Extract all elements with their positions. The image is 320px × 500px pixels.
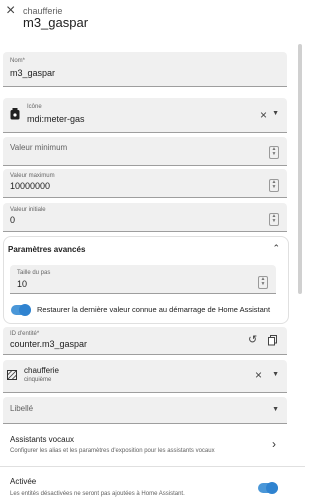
- area-field[interactable]: chaufferie cinquième × ▼: [3, 360, 287, 393]
- initial-value-input: 0: [10, 215, 16, 225]
- restore-toggle[interactable]: [11, 304, 31, 316]
- area-name: chaufferie: [24, 366, 59, 375]
- labels-placeholder: Libellé: [10, 404, 34, 413]
- voice-assistants-description: Configurer les alias et les paramètres d…: [10, 448, 215, 454]
- max-value-stepper[interactable]: ▲ ▼: [269, 179, 279, 192]
- max-value-label: Valeur maximum: [10, 173, 55, 179]
- min-value-field[interactable]: Valeur minimum ▲ ▼: [3, 137, 287, 166]
- restore-entity-id-icon[interactable]: ↺: [248, 333, 257, 346]
- icon-field[interactable]: Icône mdi:meter-gas × ▼: [3, 98, 287, 133]
- advanced-settings-header[interactable]: Paramètres avancés ⌃: [4, 237, 288, 261]
- icon-field-value: mdi:meter-gas: [27, 114, 85, 124]
- max-value-field[interactable]: Valeur maximum 10000000 ▲ ▼: [3, 169, 287, 198]
- enabled-title: Activée: [10, 477, 37, 486]
- initial-value-label: Valeur initiale: [10, 207, 46, 213]
- copy-icon[interactable]: [268, 335, 277, 346]
- enabled-toggle[interactable]: [258, 482, 278, 494]
- name-field[interactable]: Nom* m3_gaspar: [3, 52, 287, 87]
- initial-value-stepper[interactable]: ▲ ▼: [269, 213, 279, 226]
- area-floor: cinquième: [24, 377, 52, 383]
- dialog-title: m3_gaspar: [23, 15, 89, 30]
- meter-gas-icon: [10, 108, 20, 120]
- enabled-row: Activée Les entités désactivées ne seron…: [0, 470, 305, 500]
- initial-value-field[interactable]: Valeur initiale 0 ▲ ▼: [3, 203, 287, 232]
- close-icon[interactable]: ×: [6, 3, 15, 19]
- voice-assistants-row[interactable]: Assistants vocaux Configurer les alias e…: [0, 427, 290, 463]
- dialog-header: × chaufferie m3_gaspar: [0, 0, 305, 44]
- labels-dropdown-icon[interactable]: ▼: [272, 406, 279, 413]
- advanced-settings-title: Paramètres avancés: [8, 245, 86, 254]
- max-value-input: 10000000: [10, 181, 51, 191]
- step-size-stepper[interactable]: ▲ ▼: [258, 276, 268, 289]
- entity-id-field[interactable]: ID d'entité* counter.m3_gaspar: [3, 327, 287, 355]
- entity-id-label: ID d'entité*: [10, 331, 40, 337]
- area-dropdown-icon[interactable]: ▼: [272, 371, 279, 378]
- chevron-right-icon: ›: [272, 437, 276, 451]
- clear-area-icon[interactable]: ×: [255, 368, 262, 382]
- restore-toggle-label: Restaurer la dernière valeur connue au d…: [37, 305, 271, 314]
- area-icon: [7, 370, 17, 380]
- name-field-value: m3_gaspar: [10, 68, 56, 78]
- min-value-placeholder: Valeur minimum: [10, 143, 68, 152]
- scrollbar[interactable]: [298, 44, 302, 294]
- dropdown-arrow-icon[interactable]: ▼: [272, 110, 279, 117]
- clear-icon[interactable]: ×: [260, 108, 267, 122]
- name-field-label: Nom*: [10, 58, 26, 64]
- advanced-settings-panel: Paramètres avancés ⌃ Taille du pas 10 ▲ ▼…: [3, 236, 289, 324]
- min-value-stepper[interactable]: ▲ ▼: [269, 146, 279, 159]
- labels-field[interactable]: Libellé ▼: [3, 397, 287, 424]
- step-size-input: 10: [17, 279, 28, 289]
- chevron-up-icon[interactable]: ⌃: [272, 243, 280, 254]
- divider: [0, 466, 305, 467]
- enabled-description: Les entités désactivées ne seront pas aj…: [10, 491, 185, 497]
- step-size-field[interactable]: Taille du pas 10 ▲ ▼: [10, 265, 276, 294]
- entity-id-input: counter.m3_gaspar: [10, 339, 88, 349]
- step-size-label: Taille du pas: [17, 270, 51, 276]
- icon-field-label: Icône: [27, 104, 42, 110]
- voice-assistants-title: Assistants vocaux: [10, 435, 75, 444]
